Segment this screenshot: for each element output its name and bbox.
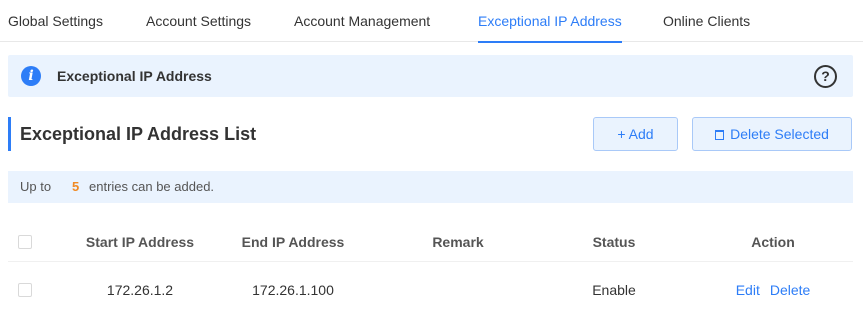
tab-account-settings[interactable]: Account Settings	[146, 0, 251, 42]
section-title: Exceptional IP Address List	[20, 124, 257, 144]
header-select-all-cell	[18, 222, 32, 261]
entry-limit-note: Up to 5 entries can be added.	[8, 171, 853, 203]
table-row: 172.26.1.2 172.26.1.100 Enable Edit Dele…	[8, 268, 853, 312]
select-all-checkbox[interactable]	[18, 234, 32, 249]
row-start-ip: 172.26.1.2	[106, 282, 174, 298]
section-accent-bar	[8, 117, 11, 151]
header-status: Status	[592, 233, 636, 250]
tab-account-management[interactable]: Account Management	[294, 0, 430, 42]
note-prefix: Up to	[20, 179, 52, 194]
tab-bar: Global Settings Account Settings Account…	[0, 0, 863, 43]
tab-global-settings[interactable]: Global Settings	[8, 0, 103, 42]
delete-link[interactable]: Delete	[770, 282, 810, 298]
delete-selected-label: Delete Selected	[730, 126, 829, 142]
delete-selected-button[interactable]: Delete Selected	[692, 117, 852, 151]
info-icon: i	[21, 66, 41, 86]
header-action: Action	[751, 233, 795, 250]
row-remark	[408, 268, 508, 312]
add-button-label: + Add	[617, 126, 654, 142]
banner-title: Exceptional IP Address	[57, 68, 212, 84]
add-button[interactable]: + Add	[593, 117, 678, 151]
row-select-cell	[18, 268, 32, 312]
note-count: 5	[72, 179, 80, 194]
tab-exceptional-ip-address[interactable]: Exceptional IP Address	[478, 0, 622, 43]
table-header: Start IP Address End IP Address Remark S…	[8, 222, 853, 262]
header-start-ip: Start IP Address	[85, 233, 195, 250]
trash-icon	[715, 130, 725, 140]
row-checkbox[interactable]	[18, 283, 32, 297]
note-suffix: entries can be added.	[89, 179, 215, 194]
tab-online-clients[interactable]: Online Clients	[663, 0, 750, 42]
row-actions: Edit Delete	[708, 268, 838, 312]
header-end-ip: End IP Address	[241, 233, 345, 250]
row-status: Enable	[592, 282, 636, 298]
info-banner: i Exceptional IP Address ?	[8, 55, 853, 97]
row-end-ip: 172.26.1.100	[252, 282, 334, 298]
edit-link[interactable]: Edit	[736, 282, 760, 298]
header-remark: Remark	[432, 233, 484, 250]
help-icon[interactable]: ?	[814, 65, 837, 88]
